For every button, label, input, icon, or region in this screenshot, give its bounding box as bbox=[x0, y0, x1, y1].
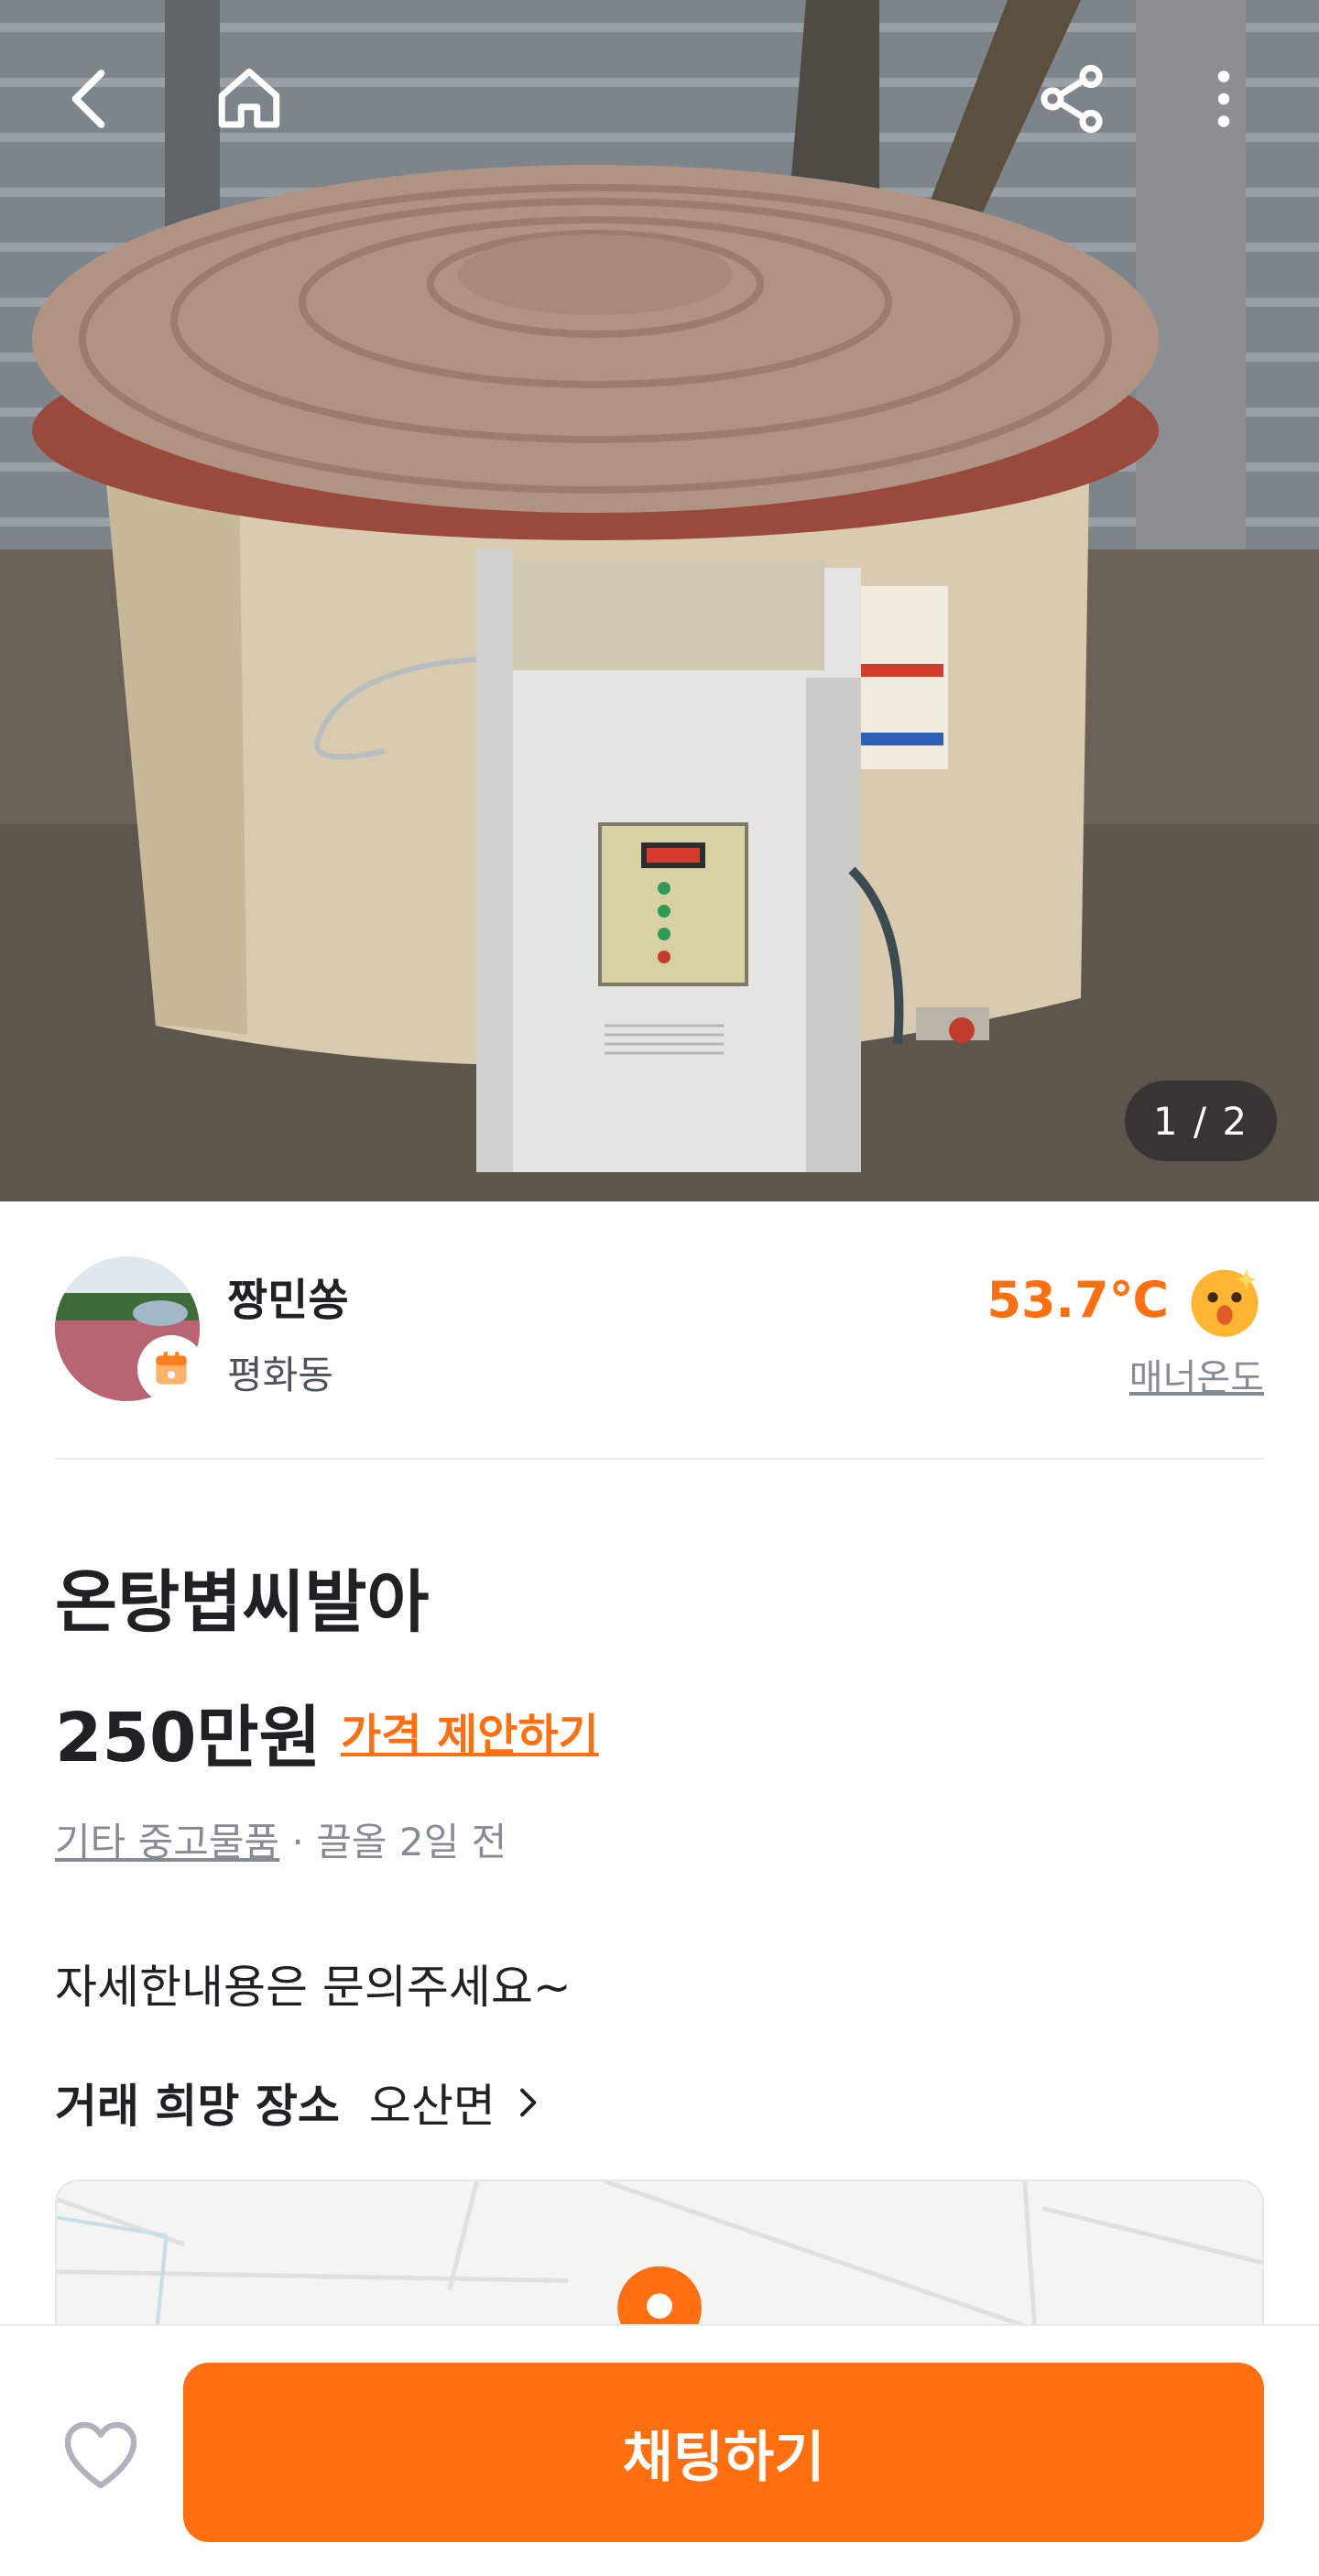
home-icon bbox=[218, 68, 280, 128]
posted-time: 끌올 2일 전 bbox=[316, 1820, 507, 1864]
heart-outline-icon[interactable] bbox=[57, 2410, 145, 2498]
seller-name: 짱민쏭 bbox=[227, 1275, 349, 1326]
product-image-carousel[interactable]: 1 / 2 bbox=[0, 0, 1319, 1201]
share-button[interactable] bbox=[1028, 55, 1116, 143]
category-link[interactable]: 기타 중고물품 bbox=[55, 1820, 279, 1864]
product-price: 250만원 bbox=[55, 1699, 322, 1777]
calendar-badge-icon bbox=[139, 1337, 203, 1401]
product-title: 온탕볍씨발아 bbox=[55, 1563, 430, 1642]
seller-profile[interactable]: 짱민쏭 평화동 53.7℃ 매너온도 bbox=[55, 1256, 1264, 1403]
chevron-left-icon bbox=[71, 70, 105, 128]
home-button[interactable] bbox=[205, 55, 293, 143]
manner-temperature: 53.7℃ bbox=[987, 1271, 1169, 1329]
manner-temperature-link[interactable]: 매너온도 bbox=[1129, 1348, 1264, 1401]
product-description: 자세한내용은 문의주세요~ bbox=[55, 1961, 572, 2014]
image-counter: 1 / 2 bbox=[1125, 1081, 1277, 1161]
chat-button[interactable]: 채팅하기 bbox=[183, 2363, 1264, 2542]
bottom-action-bar: 채팅하기 bbox=[0, 2324, 1319, 2576]
trade-place-value[interactable]: 오산면 bbox=[369, 2070, 496, 2136]
trade-place-row[interactable]: 거래 희망 장소 오산면 bbox=[55, 2070, 545, 2136]
more-button[interactable] bbox=[1180, 55, 1268, 143]
divider bbox=[55, 1458, 1264, 1460]
product-meta: 기타 중고물품 · 끌올 2일 전 bbox=[55, 1811, 507, 1867]
chevron-right-icon bbox=[519, 2088, 537, 2117]
smiling-face-icon bbox=[1191, 1269, 1259, 1337]
trade-place-label: 거래 희망 장소 bbox=[55, 2080, 340, 2133]
price-offer-link[interactable]: 가격 제안하기 bbox=[341, 1699, 599, 1763]
seller-location: 평화동 bbox=[227, 1353, 333, 1397]
meta-separator: · bbox=[279, 1820, 317, 1864]
more-vertical-icon bbox=[1217, 71, 1230, 127]
back-button[interactable] bbox=[48, 55, 136, 143]
product-photo bbox=[0, 0, 1319, 1201]
share-icon bbox=[1041, 64, 1103, 134]
